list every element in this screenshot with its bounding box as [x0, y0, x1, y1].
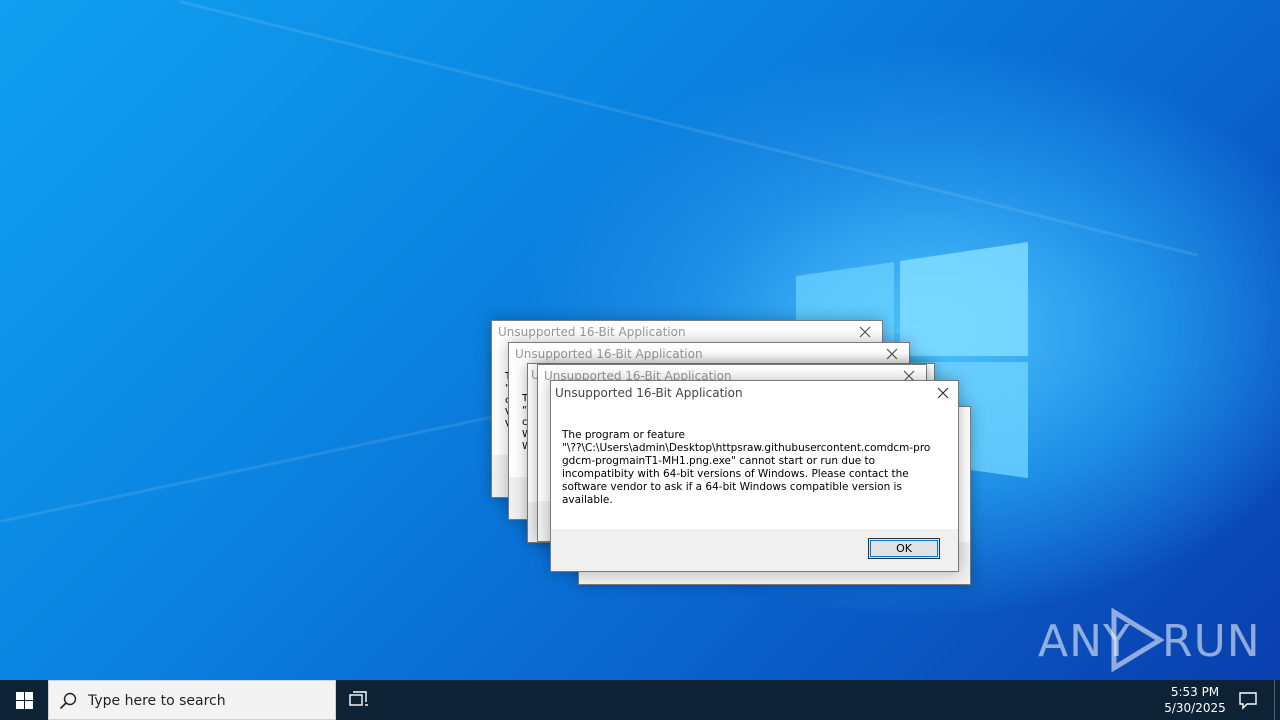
close-icon[interactable] — [936, 386, 950, 400]
search-icon — [59, 692, 77, 710]
dialog-message: The program or feature "\??\C:\Users\adm… — [562, 429, 932, 507]
start-button[interactable] — [0, 680, 48, 720]
search-placeholder: Type here to search — [88, 693, 226, 709]
light-beam — [179, 0, 1199, 257]
close-icon[interactable] — [885, 347, 899, 361]
taskbar: Type here to search 5:53 PM 5/30/2025 — [0, 680, 1280, 720]
message-line: software vendor to ask if a 64-bit Windo… — [562, 481, 902, 493]
message-line: gdcm-progmainT1-MH1.png.exe" cannot star… — [562, 455, 876, 467]
message-line: The program or feature — [562, 429, 686, 441]
message-line: incompatibity with 64-bit versions of Wi… — [562, 468, 909, 480]
task-view-icon[interactable] — [349, 691, 369, 709]
dialog-title: Unsupported 16-Bit Application — [498, 325, 686, 339]
system-clock[interactable]: 5:53 PM 5/30/2025 — [1160, 684, 1230, 716]
message-line: available. — [562, 494, 613, 506]
dialog-front: Unsupported 16-Bit Application The progr… — [550, 380, 959, 572]
action-center-icon[interactable] — [1238, 690, 1258, 710]
titlebar: Unsupported 16-Bit Application — [551, 381, 958, 403]
clock-date: 5/30/2025 — [1164, 701, 1226, 715]
titlebar: Unsupported 16-Bit Application — [492, 321, 882, 343]
message-line: "\??\C:\Users\admin\Desktop\httpsraw.git… — [562, 442, 931, 454]
play-icon — [1111, 608, 1164, 672]
taskbar-search-box[interactable]: Type here to search — [48, 680, 336, 720]
windows-start-icon — [16, 692, 33, 709]
ok-button[interactable]: OK — [868, 538, 940, 559]
close-icon[interactable] — [858, 325, 872, 339]
dialog-title: Unsupported 16-Bit Application — [555, 386, 743, 400]
show-desktop-button[interactable] — [1274, 680, 1275, 720]
clock-time: 5:53 PM — [1170, 685, 1220, 699]
dialog-title: Unsupported 16-Bit Application — [515, 347, 703, 361]
watermark-run-text: RUN — [1162, 616, 1261, 667]
anyrun-watermark: ANY RUN — [1038, 608, 1260, 674]
titlebar: Unsupported 16-Bit Application — [509, 343, 909, 365]
